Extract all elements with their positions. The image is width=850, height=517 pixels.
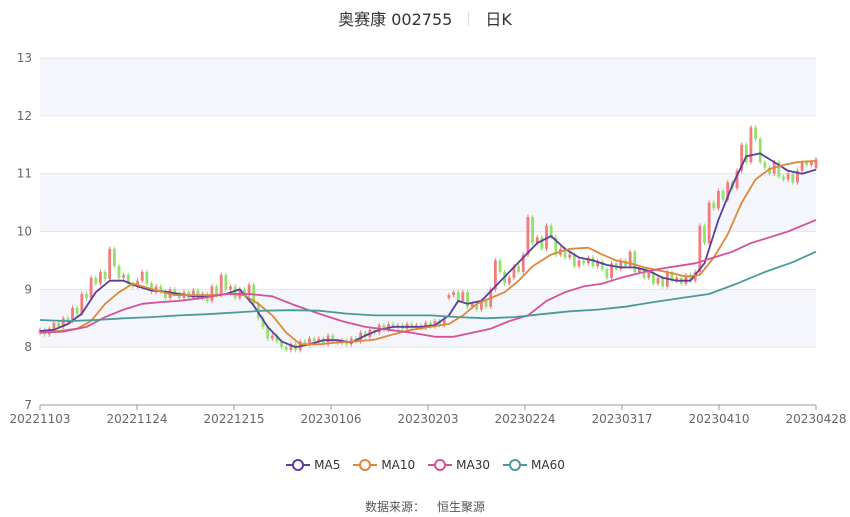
candle-up [140, 271, 144, 281]
candle-down [591, 257, 595, 267]
x-tick-label: 20221215 [203, 412, 264, 426]
candlestick-chart: 7 8 9 10 11 12 13 20221103 20221124 20221215 2023… [9, 51, 847, 426]
legend-item-ma30[interactable]: MA30 [427, 458, 490, 472]
candle-up [210, 286, 214, 301]
candle-down [763, 162, 767, 168]
candle-down [224, 274, 228, 290]
candle-up [270, 335, 274, 339]
candle-up [461, 292, 465, 301]
legend-label: MA10 [381, 458, 416, 472]
chart-bands [40, 58, 816, 348]
legend-marker-icon [286, 459, 311, 471]
grid-band [40, 58, 816, 116]
candle-up [786, 173, 790, 180]
candle-down [754, 127, 757, 139]
candle-up [647, 271, 651, 278]
candle-down [540, 237, 544, 249]
candle-down [284, 347, 288, 351]
grid-band [40, 289, 816, 348]
legend-marker-icon [428, 459, 453, 471]
x-tick-label: 20230428 [785, 412, 846, 426]
y-tick-label: 8 [24, 340, 32, 354]
legend-item-ma5[interactable]: MA5 [285, 458, 340, 472]
x-tick-label: 20230410 [688, 412, 749, 426]
y-tick-label: 9 [24, 282, 32, 296]
source-label: 数据来源： [364, 500, 425, 514]
x-tick-label: 20230106 [300, 412, 361, 426]
candle-down [103, 271, 107, 279]
candle-up [507, 277, 511, 284]
candle-down [703, 225, 706, 244]
source-name: 恒生聚源 [437, 500, 486, 514]
candle-down [498, 260, 502, 272]
candle-up [89, 277, 93, 299]
candle-down [456, 292, 460, 301]
y-tick-label: 13 [17, 51, 32, 65]
candle-down [721, 191, 725, 200]
candle-down [312, 338, 316, 342]
candle-down [517, 266, 521, 272]
candle-down [57, 322, 60, 327]
candle-down [791, 173, 795, 183]
candle-down [805, 162, 809, 165]
candle-down [605, 269, 609, 278]
candle-up [52, 322, 56, 329]
legend-label: MA30 [456, 458, 491, 472]
candle-up [656, 277, 660, 284]
candle-down [145, 271, 149, 284]
grid-band [40, 173, 816, 232]
candle-down [112, 248, 116, 267]
legend-item-ma60[interactable]: MA60 [502, 458, 565, 472]
candle-down [572, 254, 576, 267]
candle-down [712, 202, 716, 209]
y-tick-label: 11 [17, 167, 32, 181]
x-tick-label: 20230224 [494, 412, 555, 426]
candle-down [661, 277, 665, 287]
x-tick-label: 20221103 [9, 412, 70, 426]
data-source: 数据来源： 恒生聚源 [0, 498, 850, 515]
candle-up [577, 260, 581, 267]
candle-up [717, 191, 720, 209]
y-tick-label: 7 [24, 398, 32, 412]
candle-up [568, 254, 572, 258]
candle-down [215, 286, 218, 296]
candle-up [219, 274, 223, 296]
candle-down [117, 266, 121, 278]
candle-up [108, 248, 112, 279]
chart-legend: MA5 MA10 MA30 MA60 [0, 458, 850, 472]
candle-down [582, 260, 586, 264]
candle-down [484, 300, 488, 307]
candle-down [233, 286, 237, 299]
legend-marker-icon [503, 459, 528, 471]
y-tick-label: 10 [17, 225, 32, 239]
legend-label: MA5 [314, 458, 341, 472]
candle-up [99, 271, 102, 284]
legend-item-ma10[interactable]: MA10 [352, 458, 415, 472]
candle-up [809, 162, 813, 165]
candle-down [633, 251, 637, 272]
candle-down [782, 176, 785, 180]
candle-down [75, 307, 79, 314]
candle-up [749, 127, 753, 163]
x-tick-label: 20230317 [591, 412, 652, 426]
x-tick-label: 20221124 [106, 412, 167, 426]
candle-up [800, 162, 804, 171]
candle-down [94, 277, 98, 284]
candle-up [447, 295, 451, 299]
legend-label: MA60 [531, 458, 565, 472]
candle-down [531, 217, 534, 244]
candle-up [698, 225, 702, 272]
candle-up [452, 292, 455, 296]
candle-up [122, 274, 126, 278]
y-tick-label: 12 [17, 109, 32, 123]
legend-marker-icon [353, 459, 378, 471]
candle-down [85, 293, 88, 299]
candle-up [526, 217, 530, 255]
y-axis: 7 8 9 10 11 12 13 [17, 51, 32, 412]
candle-up [229, 286, 232, 290]
x-tick-label: 20230203 [397, 412, 458, 426]
candle-up [707, 202, 711, 244]
x-axis: 20221103 20221124 20221215 20230106 20230203… [9, 404, 847, 426]
candle-down [758, 138, 762, 163]
